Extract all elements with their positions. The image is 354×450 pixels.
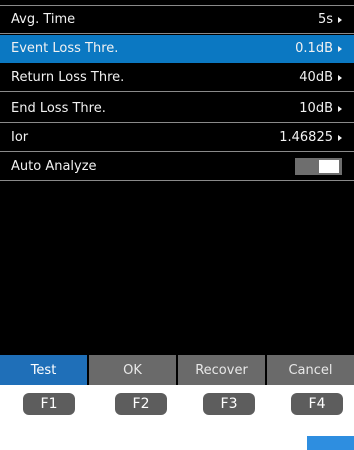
triangle-right-icon	[338, 134, 342, 141]
cancel-softkey[interactable]: Cancel	[267, 355, 354, 385]
row-ior[interactable]: Ior 1.46825	[0, 124, 354, 152]
row-value: 5s	[317, 12, 333, 27]
row-value-group: 1.46825	[279, 130, 342, 145]
test-softkey[interactable]: Test	[0, 355, 87, 385]
recover-softkey[interactable]: Recover	[178, 355, 265, 385]
row-value: 10dB	[299, 101, 333, 116]
triangle-right-icon	[338, 16, 342, 23]
row-label: Avg. Time	[11, 12, 76, 27]
corner-accent-block	[307, 436, 354, 450]
triangle-right-icon	[338, 105, 342, 112]
function-key-row: F1 F2 F3 F4	[0, 393, 354, 417]
row-value: 40dB	[299, 70, 333, 85]
f1-key[interactable]: F1	[23, 393, 75, 415]
row-label: End Loss Thre.	[11, 101, 106, 116]
row-label: Return Loss Thre.	[11, 70, 125, 85]
row-auto-analyze: Auto Analyze	[0, 153, 354, 181]
row-value-group: 40dB	[299, 70, 342, 85]
settings-screen: Avg. Time 5s Event Loss Thre. 0.1dB Retu…	[0, 0, 354, 385]
row-value-group: 10dB	[299, 101, 342, 116]
row-return-loss-threshold[interactable]: Return Loss Thre. 40dB	[0, 64, 354, 92]
row-value: 0.1dB	[295, 41, 333, 56]
row-avg-time[interactable]: Avg. Time 5s	[0, 6, 354, 34]
row-label: Event Loss Thre.	[11, 41, 119, 56]
auto-analyze-toggle[interactable]	[295, 158, 342, 175]
toggle-knob	[319, 160, 339, 173]
ok-softkey[interactable]: OK	[89, 355, 176, 385]
triangle-right-icon	[338, 45, 342, 52]
f3-key[interactable]: F3	[203, 393, 255, 415]
row-end-loss-threshold[interactable]: End Loss Thre. 10dB	[0, 95, 354, 123]
row-label: Ior	[11, 130, 29, 145]
triangle-right-icon	[338, 74, 342, 81]
f2-key[interactable]: F2	[115, 393, 167, 415]
f4-key[interactable]: F4	[291, 393, 343, 415]
row-value: 1.46825	[279, 130, 333, 145]
softkey-bar: Test OK Recover Cancel	[0, 355, 354, 385]
row-event-loss-threshold[interactable]: Event Loss Thre. 0.1dB	[0, 35, 354, 63]
row-value-group: 0.1dB	[295, 41, 342, 56]
row-value-group: 5s	[318, 12, 342, 27]
row-label: Auto Analyze	[11, 159, 97, 174]
